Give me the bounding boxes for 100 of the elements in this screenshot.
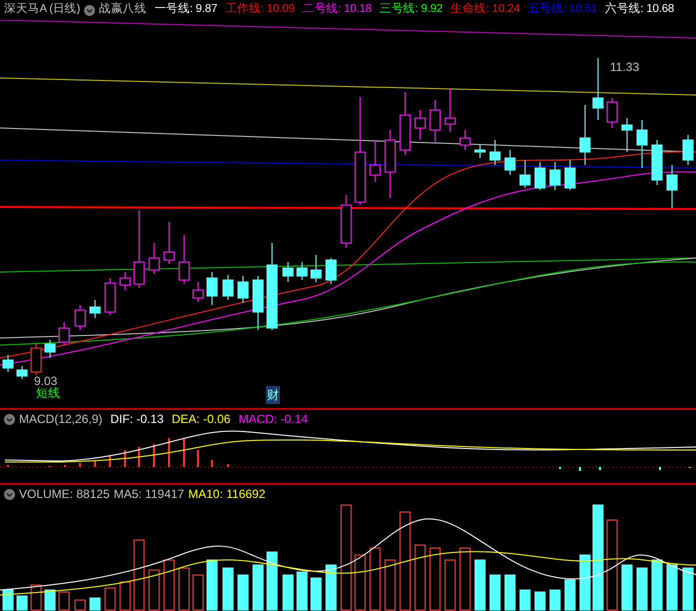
volume-bar bbox=[30, 584, 42, 610]
dropdown-icon[interactable] bbox=[84, 4, 96, 16]
candlestick bbox=[164, 222, 174, 264]
volume-bar bbox=[310, 578, 322, 610]
candlestick bbox=[460, 130, 470, 150]
volume-bar bbox=[490, 574, 500, 610]
dropdown-icon[interactable] bbox=[4, 414, 15, 424]
candlestick bbox=[666, 164, 678, 208]
candlestick bbox=[592, 58, 604, 120]
stock-title: 深天马A (日线) bbox=[4, 2, 80, 18]
candlestick bbox=[58, 322, 70, 346]
legend-item: 三号线: 9.92 bbox=[380, 2, 443, 18]
legend-item: MA5: 119417 bbox=[114, 486, 184, 503]
candlestick bbox=[490, 140, 500, 166]
candlestick bbox=[504, 150, 516, 176]
volume-bar bbox=[296, 572, 308, 610]
indicator-name: 战嬴八线 bbox=[99, 2, 146, 18]
candlestick bbox=[564, 160, 576, 190]
candlestick bbox=[222, 274, 234, 300]
volume-bar bbox=[192, 574, 204, 610]
candlestick bbox=[682, 134, 694, 166]
volume-bar bbox=[666, 564, 678, 610]
candlestick bbox=[44, 340, 56, 358]
event-tag[interactable]: 财 bbox=[266, 386, 280, 404]
volume-bar bbox=[206, 560, 218, 610]
volume-bar bbox=[104, 588, 116, 610]
volume-bar bbox=[460, 548, 470, 610]
candlestick bbox=[2, 354, 14, 372]
candlestick bbox=[580, 104, 590, 166]
volume-bar bbox=[326, 564, 336, 610]
candlestick bbox=[534, 162, 546, 190]
volume-bar bbox=[354, 554, 366, 610]
volume-bar bbox=[622, 564, 632, 610]
volume-bar bbox=[58, 592, 70, 610]
volume-bar bbox=[636, 568, 648, 610]
candlestick bbox=[238, 276, 248, 304]
low-price-label: 9.03 bbox=[34, 373, 58, 388]
dropdown-icon[interactable] bbox=[4, 488, 15, 500]
indicator-name: MACD(12,26,9) bbox=[19, 411, 102, 428]
volume-bar bbox=[564, 580, 576, 610]
candlestick bbox=[622, 118, 632, 152]
candlestick bbox=[550, 162, 560, 190]
candlestick bbox=[148, 242, 160, 274]
legend-item: 一号线: 9.87 bbox=[154, 2, 218, 18]
volume-bar bbox=[682, 568, 694, 610]
legend-item: MA10: 116692 bbox=[188, 486, 266, 503]
volume-bar bbox=[652, 560, 662, 610]
volume-bar bbox=[474, 560, 486, 610]
candlestick bbox=[90, 300, 100, 318]
legend-item: DEA: -0.06 bbox=[172, 411, 230, 428]
candlestick bbox=[192, 282, 204, 302]
volume-bar bbox=[414, 544, 426, 610]
high-price-label: 11.33 bbox=[610, 59, 640, 76]
candlestick bbox=[340, 194, 352, 248]
volume-bar bbox=[222, 568, 234, 610]
volume-bar bbox=[266, 552, 278, 610]
legend-item: 二号线: 10.18 bbox=[302, 2, 372, 18]
candlestick bbox=[444, 88, 456, 132]
volume-bar bbox=[148, 570, 160, 610]
candlestick bbox=[120, 272, 130, 290]
volume-bar bbox=[74, 600, 86, 610]
volume-bar bbox=[238, 574, 248, 610]
volume-bar bbox=[580, 554, 590, 610]
volume-bar bbox=[164, 560, 174, 610]
legend-item: 六号线: 10.68 bbox=[604, 2, 674, 18]
volume-bar bbox=[384, 560, 396, 610]
candlestick bbox=[178, 234, 190, 284]
legend-item: VOLUME: 88125 bbox=[19, 486, 110, 503]
legend-item: MACD: -0.14 bbox=[238, 411, 308, 428]
volume-bar bbox=[282, 574, 294, 610]
candlestick bbox=[30, 344, 42, 376]
candlestick bbox=[400, 92, 410, 156]
candlestick bbox=[474, 144, 486, 158]
legend-item: 工作线: 10.09 bbox=[225, 2, 294, 18]
volume-bar bbox=[90, 598, 100, 610]
volume-bar bbox=[444, 560, 456, 610]
volume-bar bbox=[520, 590, 530, 610]
candlestick bbox=[636, 120, 648, 168]
candlestick bbox=[104, 278, 116, 316]
volume-bar bbox=[44, 590, 56, 610]
signal-label: 短线 bbox=[36, 386, 60, 402]
candlestick bbox=[282, 262, 294, 282]
candlestick bbox=[652, 140, 662, 186]
volume-bar bbox=[16, 596, 28, 610]
volume-bar bbox=[252, 564, 264, 610]
volume-bar bbox=[120, 582, 130, 610]
volume-bar bbox=[370, 548, 380, 610]
candlestick bbox=[326, 258, 336, 284]
volume-bar bbox=[178, 568, 190, 610]
volume-bar bbox=[2, 590, 14, 610]
volume-bar bbox=[534, 592, 546, 610]
legend-item: 生命线: 10.24 bbox=[450, 2, 520, 18]
legend-item: 五号线: 10.51 bbox=[528, 2, 597, 18]
volume-bar bbox=[504, 574, 516, 610]
candlestick bbox=[16, 366, 28, 380]
candlestick bbox=[296, 262, 308, 280]
candlestick bbox=[74, 304, 86, 330]
candlestick bbox=[384, 130, 396, 198]
candlestick bbox=[414, 110, 426, 140]
candlestick bbox=[252, 276, 264, 330]
